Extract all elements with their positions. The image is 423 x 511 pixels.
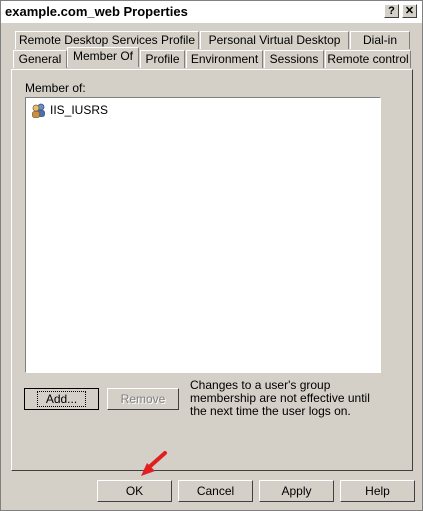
window-title: example.com_web Properties <box>5 4 188 19</box>
properties-window: example.com_web Properties ? ✕ Remote De… <box>0 0 423 511</box>
cancel-button[interactable]: Cancel <box>178 480 253 502</box>
close-icon[interactable]: ✕ <box>402 4 417 18</box>
member-of-label: Member of: <box>25 81 86 95</box>
tab-personal-virtual-desktop[interactable]: Personal Virtual Desktop <box>200 31 349 49</box>
group-name: IIS_IUSRS <box>50 103 109 117</box>
red-arrow-icon <box>141 451 167 476</box>
tab-member-of[interactable]: Member Of <box>67 47 139 67</box>
title-bar: example.com_web Properties ? ✕ <box>1 1 422 23</box>
remove-button[interactable]: Remove <box>107 388 179 410</box>
member-of-listbox[interactable]: IIS_IUSRS <box>25 97 381 373</box>
tab-remote-control[interactable]: Remote control <box>325 50 411 68</box>
help-titlebar-button[interactable]: ? <box>384 4 399 18</box>
group-icon <box>32 103 45 118</box>
tab-environment[interactable]: Environment <box>186 50 263 68</box>
help-button[interactable]: Help <box>340 480 415 502</box>
tab-profile[interactable]: Profile <box>140 50 185 68</box>
apply-button[interactable]: Apply <box>259 480 334 502</box>
tab-sessions[interactable]: Sessions <box>264 50 324 68</box>
list-item[interactable]: IIS_IUSRS <box>31 102 108 118</box>
membership-note: Changes to a user's group membership are… <box>190 378 370 418</box>
tab-dial-in[interactable]: Dial-in <box>350 31 410 49</box>
add-button[interactable]: Add... <box>24 388 99 410</box>
ok-button[interactable]: OK <box>97 480 172 502</box>
tab-general[interactable]: General <box>13 50 67 68</box>
